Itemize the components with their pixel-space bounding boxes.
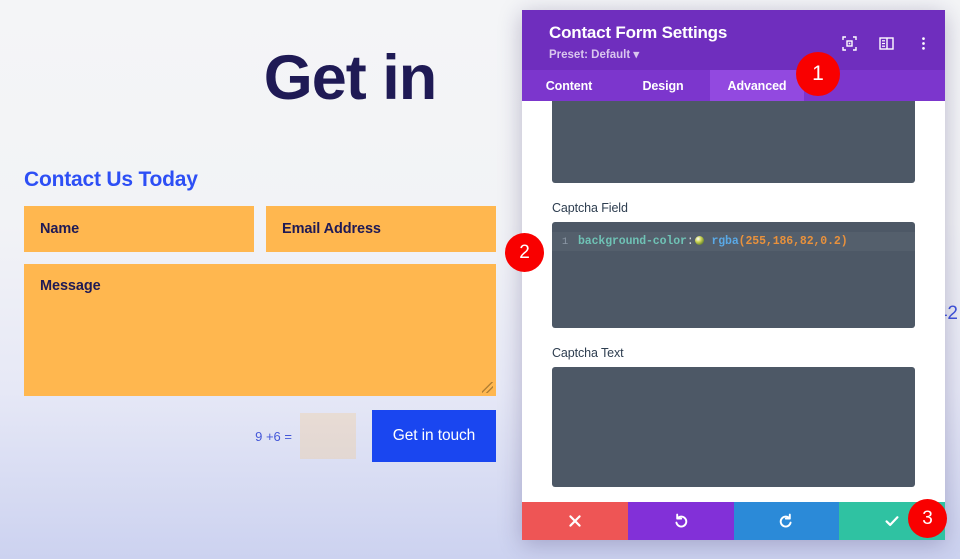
css-editor-captcha-text[interactable] xyxy=(552,367,915,487)
step-badge-3: 3 xyxy=(908,499,947,538)
contact-section-title: Contact Us Today xyxy=(24,168,198,191)
name-field[interactable]: Name xyxy=(24,206,254,252)
undo-button[interactable] xyxy=(627,502,734,540)
submit-row: 9 +6 = Get in touch xyxy=(24,410,496,462)
step-badge-2: 2 xyxy=(505,233,544,272)
code-text[interactable]: background-color: rgba(255,186,82,0.2) xyxy=(578,235,848,248)
code-line[interactable]: 1 background-color: rgba(255,186,82,0.2) xyxy=(552,232,915,251)
name-email-row: Name Email Address xyxy=(24,206,496,252)
modal-header-icons xyxy=(842,36,931,51)
email-field[interactable]: Email Address xyxy=(266,206,496,252)
modal-body[interactable]: Captcha Field 1 background-color: rgba(2… xyxy=(522,101,945,502)
checkmark-icon xyxy=(885,516,899,526)
line-number: 1 xyxy=(561,235,569,248)
settings-modal: Contact Form Settings Preset: Default ▾ xyxy=(522,10,945,540)
captcha-question-label: 9 +6 = xyxy=(255,428,292,444)
css-close-paren: ) xyxy=(840,235,848,248)
cancel-button[interactable] xyxy=(522,502,628,540)
settings-group-captcha-field: Captcha Field 1 background-color: rgba(2… xyxy=(552,201,915,328)
modal-footer xyxy=(522,502,945,540)
modal-scrollbar[interactable] xyxy=(935,101,941,502)
modal-tabs: Content Design Advanced xyxy=(522,70,945,101)
submit-button[interactable]: Get in touch xyxy=(372,410,496,462)
panel-layout-icon[interactable] xyxy=(879,36,894,51)
undo-icon xyxy=(675,513,687,528)
captcha-text-label: Captcha Text xyxy=(552,346,624,360)
css-editor-captcha-field[interactable]: 1 background-color: rgba(255,186,82,0.2) xyxy=(552,222,915,328)
tab-content[interactable]: Content xyxy=(522,70,616,101)
resize-handle-icon[interactable] xyxy=(482,382,493,393)
css-editor-top[interactable] xyxy=(552,101,915,183)
redo-button[interactable] xyxy=(733,502,840,540)
css-property: background-color xyxy=(578,235,687,248)
more-options-icon[interactable] xyxy=(916,36,931,51)
color-swatch-icon[interactable] xyxy=(694,236,704,245)
message-field-label: Message xyxy=(40,278,101,294)
settings-group-captcha-text: Captcha Text xyxy=(552,346,915,487)
css-colon: : xyxy=(686,235,694,248)
css-arguments: 255,186,82,0.2 xyxy=(745,235,841,248)
tab-design[interactable]: Design xyxy=(616,70,710,101)
settings-group-top xyxy=(552,101,915,183)
tab-advanced[interactable]: Advanced xyxy=(710,70,804,101)
captcha-input[interactable] xyxy=(300,413,356,459)
message-field[interactable]: Message xyxy=(24,264,496,396)
css-function: rgba xyxy=(711,235,739,248)
redo-icon xyxy=(780,513,792,528)
contact-form-section: Contact Us Today Name Email Address Mess… xyxy=(24,168,496,462)
step-badge-1: 1 xyxy=(796,52,840,96)
close-icon xyxy=(569,515,581,527)
modal-header: Contact Form Settings Preset: Default ▾ xyxy=(522,10,945,70)
focus-icon[interactable] xyxy=(842,36,857,51)
captcha-field-label: Captcha Field xyxy=(552,201,628,215)
